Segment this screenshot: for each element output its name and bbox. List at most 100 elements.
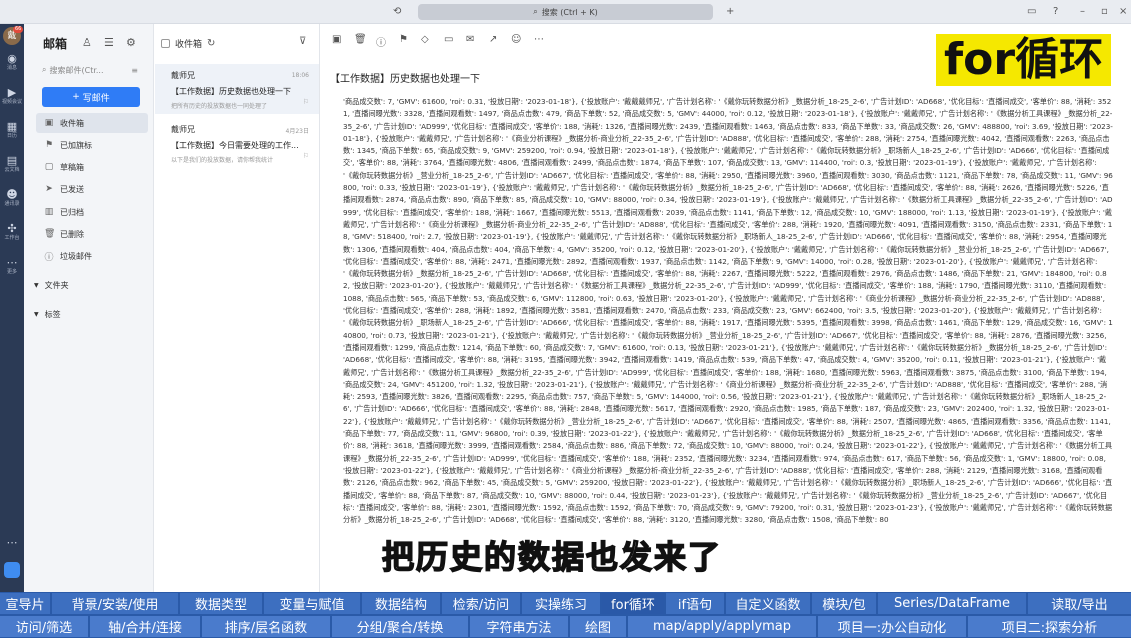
mail-subject-heading: 【工作数据】历史数据也处理一下 [330,74,480,85]
help-icon[interactable]: ? [1053,5,1058,19]
mail-time: 18:06 [291,72,309,79]
course-chapter-nav: 宣导片 背景/安装/使用 数据类型 变量与赋值 数据结构 检索/访问 实操练习 … [0,592,1131,638]
unread-badge: 66 [13,26,24,33]
mail-body: '商品成交数': 7, 'GMV': 61600, 'roi': 0.31, '… [343,97,1113,525]
contacts-icon: ☻ [6,188,18,201]
list-icon[interactable]: ☰ [104,36,114,49]
chapter-tab[interactable]: 字符串方法 [470,616,570,637]
select-all-checkbox[interactable] [161,39,170,48]
close-icon[interactable]: × [1119,5,1127,19]
chevron-down-icon: ▼ [34,282,39,289]
screen-icon[interactable]: ▭ [1027,5,1036,19]
mail-item[interactable]: 戴师兄 18:06 【工作数据】历史数据也处理一下 把所有历史的投放数据也一同处… [155,64,319,114]
folder-group-tags[interactable]: ▼ 标签 [34,309,61,320]
chapter-tab-active[interactable]: for循环 [602,593,666,614]
app-rail: 戴 66 ◉ 消息 ▶ 视频会议 ▦ 日历 ▤ 云文档 ☻ 通讯录 ✣ 工作台 … [0,24,24,638]
folder-spam[interactable]: ⓘ 垃圾邮件 [36,246,148,266]
chapter-tab[interactable]: 背景/安装/使用 [52,593,180,614]
global-search-box[interactable]: ⌕ 搜索 (Ctrl + K) [418,4,713,20]
folder-group-folders[interactable]: ▼ 文件夹 [34,280,69,291]
mail-list-pane: 收件箱 ↻ ⊽ 戴师兄 18:06 【工作数据】历史数据也处理一下 把所有历史的… [155,24,320,638]
history-icon[interactable]: ⟲ [393,5,401,19]
chapter-tab[interactable]: 项目二:探索分析 [968,616,1131,637]
folder-flagged[interactable]: ⚑ 已加旗标 [36,135,148,155]
minimize-icon[interactable]: – [1080,5,1085,19]
folder-label: 草稿箱 [60,162,84,172]
rail-item-more[interactable]: ⋯ 更多 [0,256,24,275]
folder-label: 收件箱 [60,118,84,128]
trash-icon[interactable]: 🗑 [354,34,367,45]
folder-pane: 邮箱 ♙ ☰ ⚙ ⌕ 搜索邮件(Ctr... ≡ + 写邮件 ▣ 收件箱 ⚑ 已… [24,24,154,638]
chapter-tab[interactable]: if语句 [666,593,726,614]
alert-icon[interactable]: ⓘ [376,34,386,49]
chapter-tab[interactable]: 分组/聚合/转换 [332,616,470,637]
docs-icon: ▤ [6,154,18,167]
mail-time: 4月23日 [285,128,309,135]
flag-icon[interactable]: ⚐ [303,152,309,160]
rail-item-apps[interactable]: ⋯ [0,536,24,549]
folder-deleted[interactable]: 🗑 已删除 [36,224,148,244]
filter-icon[interactable]: ≡ [131,66,138,75]
folder-drafts[interactable]: ▢ 草稿箱 [36,157,148,177]
gear-icon[interactable]: ⚙ [126,36,136,49]
chapter-tab[interactable]: map/apply/applymap [628,616,818,637]
maximize-icon[interactable]: ▫ [1101,5,1108,19]
chapter-tab[interactable]: 轴/合并/连接 [90,616,202,637]
rail-item-messages[interactable]: ◉ 消息 [0,52,24,71]
chapter-tab[interactable]: 宣导片 [0,593,52,614]
chapter-tab[interactable]: 数据类型 [180,593,264,614]
chapter-tab[interactable]: 实操练习 [522,593,602,614]
folder-archived[interactable]: ▥ 已归档 [36,202,148,222]
folder-label: 已删除 [60,229,84,239]
contacts-icon[interactable]: ♙ [82,36,92,49]
send-icon: ➤ [45,184,53,194]
refresh-icon[interactable]: ↻ [207,38,215,49]
archive-icon: ▥ [44,207,54,217]
flag-icon[interactable]: ⚐ [303,98,309,106]
mail-icon[interactable]: ✉ [466,34,474,45]
chapter-tab[interactable]: Series/DataFrame [878,593,1028,614]
plus-icon[interactable]: + [726,5,734,19]
rail-item-calendar[interactable]: ▦ 日历 [0,120,24,139]
mailbox-title: 邮箱 [43,37,68,51]
mail-item[interactable]: 戴师兄 4月23日 【工作数据】今日需要处理的工作... 以下是我们的投放数据，… [155,118,319,168]
chapter-tab[interactable]: 模块/包 [812,593,878,614]
more-icon[interactable]: ⋯ [534,34,544,45]
chapter-tab[interactable]: 数据结构 [362,593,442,614]
chapter-row-2: 访问/筛选 轴/合并/连接 排序/层名函数 分组/聚合/转换 字符串方法 绘图 … [0,615,1131,638]
forward-icon[interactable]: ↗ [489,34,497,45]
rail-item-contacts[interactable]: ☻ 通讯录 [0,188,24,207]
chat-icon[interactable]: ☺ [511,34,521,45]
flag-icon[interactable]: ⚑ [399,34,408,45]
rail-item-workbench[interactable]: ✣ 工作台 [0,222,24,241]
more-icon: ⋯ [6,256,18,269]
chapter-tab[interactable]: 检索/访问 [442,593,522,614]
archive-icon[interactable]: ▣ [332,34,341,45]
mail-subject: 【工作数据】历史数据也处理一下 [171,87,291,96]
chapter-tab[interactable]: 读取/导出 [1028,593,1131,614]
rail-item-meetings[interactable]: ▶ 视频会议 [0,86,24,105]
chapter-tab[interactable]: 访问/筛选 [0,616,90,637]
rail-item-docs[interactable]: ▤ 云文档 [0,154,24,173]
tag-icon[interactable]: ◇ [421,34,429,45]
filter-icon[interactable]: ⊽ [299,36,306,47]
write-mail-button[interactable]: + 写邮件 [42,87,140,107]
mail-sender: 戴师兄 [171,125,195,134]
mail-search-placeholder: 搜索邮件(Ctr... [49,65,104,75]
folder-sent[interactable]: ➤ 已发送 [36,179,148,199]
folder-inbox[interactable]: ▣ 收件箱 [36,113,148,133]
trash-icon: 🗑 [44,229,56,239]
folder-group-label: 文件夹 [44,281,69,290]
folder-group-label: 标签 [44,310,61,319]
mail-search-input[interactable]: ⌕ 搜索邮件(Ctr... ≡ [42,62,138,78]
mail-preview: 把所有历史的投放数据也一同处理了 [171,103,268,110]
inbox-icon: ▣ [44,118,54,128]
folder-icon[interactable]: ▭ [444,34,453,45]
chapter-tab[interactable]: 变量与赋值 [264,593,362,614]
rail-item-app-shortcut[interactable] [0,562,24,581]
chapter-tab[interactable]: 项目一:办公自动化 [818,616,968,637]
chapter-tab[interactable]: 排序/层名函数 [202,616,332,637]
chapter-tab[interactable]: 绘图 [570,616,628,637]
chapter-tab[interactable]: 自定义函数 [726,593,812,614]
overlay-topic-title: for循环 [936,34,1112,86]
